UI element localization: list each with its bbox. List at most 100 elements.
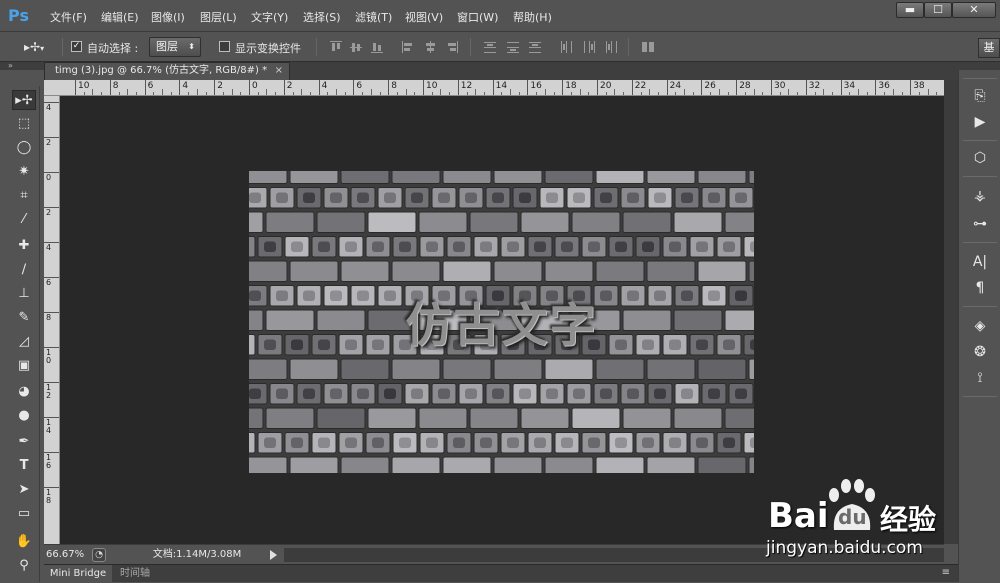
rectangle-tool-icon[interactable]: ▭ xyxy=(12,504,36,524)
blur-tool-icon[interactable]: ◕ xyxy=(12,382,36,402)
pen-tool-icon[interactable]: ✒ xyxy=(12,432,36,452)
status-info-icon[interactable]: ◔ xyxy=(92,548,106,562)
gradient-tool-icon[interactable]: ▣ xyxy=(12,356,36,376)
brick-wall-image[interactable]: 仿古文字 xyxy=(249,171,754,473)
paragraph-panel-icon[interactable]: ¶ xyxy=(968,278,992,298)
brick-hole xyxy=(330,388,342,399)
move-tool-icon[interactable]: ▸✢ xyxy=(12,90,36,110)
close-window-button[interactable]: ✕ xyxy=(952,2,996,18)
maximize-button[interactable]: ☐ xyxy=(924,2,952,18)
horizontal-ruler[interactable]: 10 8 6 4 2 0 2 4 6 8 10 12 14 16 18 20 22 24 26 28 30 32 34 36 3… xyxy=(44,80,944,96)
brick-hole xyxy=(276,192,288,203)
type-tool-icon[interactable]: T xyxy=(12,456,36,476)
brick-hole xyxy=(681,388,693,399)
tab-close-icon[interactable]: × xyxy=(275,63,283,79)
distribute-hcenter-icon[interactable] xyxy=(583,41,595,53)
path-selection-tool-icon[interactable]: ➤ xyxy=(12,480,36,500)
align-left-icon[interactable] xyxy=(402,41,414,53)
brick-hole xyxy=(735,192,747,203)
brick xyxy=(748,456,754,473)
ruler-major-tick xyxy=(875,80,877,95)
menu-window[interactable]: 窗口(W) xyxy=(457,9,498,25)
history-brush-tool-icon[interactable]: ✎ xyxy=(12,308,36,328)
lasso-tool-icon[interactable]: ◯ xyxy=(12,138,36,158)
auto-select-checkbox[interactable]: ✓ xyxy=(71,41,82,52)
ruler-minor-tick xyxy=(449,92,451,95)
menu-help[interactable]: 帮助(H) xyxy=(513,9,552,25)
brick-hole xyxy=(399,241,411,252)
character-panel-icon[interactable]: A| xyxy=(968,252,992,272)
menu-filter[interactable]: 滤镜(T) xyxy=(355,9,392,25)
ruler-label: 4 xyxy=(182,81,189,91)
antique-text-layer[interactable]: 仿古文字 xyxy=(249,289,754,355)
ruler-minor-tick xyxy=(744,92,746,95)
distribute-right-icon[interactable] xyxy=(605,41,617,53)
align-bottom-icon[interactable] xyxy=(371,41,383,53)
move-tool-preset-icon[interactable]: ▸✢▾ xyxy=(24,40,50,54)
zoom-level-field[interactable]: 66.67% xyxy=(46,548,90,562)
healing-brush-tool-icon[interactable]: ✚ xyxy=(12,236,36,256)
align-right-icon[interactable] xyxy=(446,41,458,53)
marquee-tool-icon[interactable]: ⬚ xyxy=(12,114,36,134)
minimize-button[interactable]: ▬ xyxy=(896,2,924,18)
brick xyxy=(595,358,645,380)
magic-wand-tool-icon[interactable]: ✷ xyxy=(12,162,36,182)
layers-panel-icon[interactable]: ◈ xyxy=(968,316,992,336)
align-top-icon[interactable] xyxy=(330,41,342,53)
distribute-left-icon[interactable] xyxy=(560,41,572,53)
brick xyxy=(249,211,264,233)
brick-hole xyxy=(291,437,303,448)
document-tab[interactable]: timg (3).jpg @ 66.7% (仿古文字, RGB/8#) * × xyxy=(44,62,290,80)
vertical-ruler[interactable]: 4 2 0 2 4 6 8 10 12 14 16 18 xyxy=(44,96,60,544)
brick xyxy=(249,456,288,473)
distribute-top-icon[interactable] xyxy=(484,41,496,53)
tab-timeline[interactable]: 时间轴 xyxy=(114,565,156,583)
show-transform-checkbox[interactable] xyxy=(219,41,230,52)
channels-panel-icon[interactable]: ❂ xyxy=(968,342,992,362)
zoom-tool-icon[interactable]: ⚲ xyxy=(12,556,36,576)
brick xyxy=(249,432,256,454)
ruler-major-tick xyxy=(840,80,842,95)
distribute-bottom-icon[interactable] xyxy=(529,41,541,53)
adjustments-panel-icon[interactable]: ⊶ xyxy=(968,214,992,234)
vertical-scrollbar[interactable] xyxy=(944,80,958,544)
panel-menu-icon[interactable]: ≡ xyxy=(942,567,950,578)
status-menu-arrow-icon[interactable] xyxy=(270,550,277,560)
actions-panel-icon[interactable]: ▶ xyxy=(968,112,992,132)
paths-panel-icon[interactable]: ⟟ xyxy=(968,368,992,388)
history-panel-icon[interactable]: ⎘ xyxy=(968,86,992,106)
brush-presets-panel-icon[interactable]: ⚶ xyxy=(968,186,992,206)
eyedropper-tool-icon[interactable]: ⁄ xyxy=(12,210,36,230)
tab-mini-bridge[interactable]: Mini Bridge xyxy=(44,565,112,583)
dodge-tool-icon[interactable]: ● xyxy=(12,406,36,426)
crop-tool-icon[interactable]: ⌗ xyxy=(12,186,36,206)
menu-edit[interactable]: 编辑(E) xyxy=(101,9,139,25)
brick-hole xyxy=(480,437,492,448)
ruler-minor-tick xyxy=(309,92,311,95)
brush-tool-icon[interactable]: ∕ xyxy=(12,260,36,280)
menu-view[interactable]: 视图(V) xyxy=(405,9,443,25)
align-vcenter-icon[interactable] xyxy=(350,41,362,53)
toolbox-collapse-strip[interactable]: » xyxy=(0,62,44,70)
baidu-jingyan-watermark: Bai du 经验 xyxy=(768,478,958,536)
distribute-vcenter-icon[interactable] xyxy=(507,41,519,53)
ruler-label: 26 xyxy=(704,81,716,91)
brick-hole xyxy=(615,437,627,448)
menu-file[interactable]: 文件(F) xyxy=(50,9,87,25)
ruler-major-tick xyxy=(631,80,633,95)
auto-align-layers-icon[interactable] xyxy=(642,41,654,53)
eraser-tool-icon[interactable]: ◿ xyxy=(12,332,36,352)
menu-layer[interactable]: 图层(L) xyxy=(200,9,237,25)
menu-select[interactable]: 选择(S) xyxy=(303,9,341,25)
hand-tool-icon[interactable]: ✋ xyxy=(12,532,36,552)
clone-stamp-tool-icon[interactable]: ⊥ xyxy=(12,284,36,304)
brick-hole xyxy=(681,192,693,203)
menu-image[interactable]: 图像(I) xyxy=(151,9,185,25)
brick xyxy=(697,456,747,473)
dock-collapse-strip[interactable] xyxy=(958,62,1000,70)
align-hcenter-icon[interactable] xyxy=(424,41,436,53)
workspace-switcher-button[interactable]: 基 xyxy=(978,38,1000,58)
3d-panel-icon[interactable]: ⬡ xyxy=(968,148,992,168)
menu-type[interactable]: 文字(Y) xyxy=(251,9,288,25)
auto-select-target-dropdown[interactable]: 图层 ⬍ xyxy=(149,37,201,57)
